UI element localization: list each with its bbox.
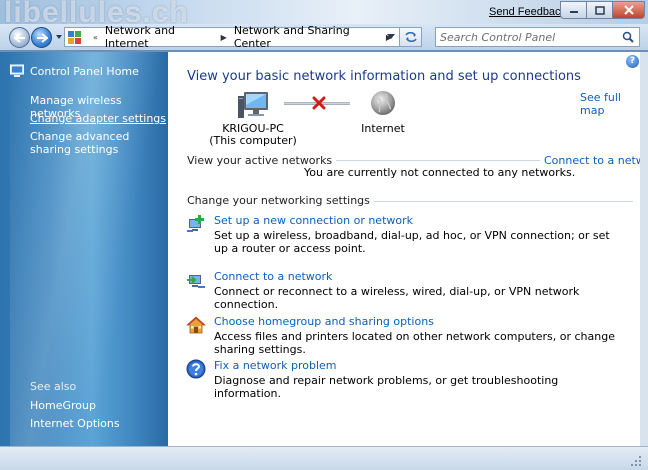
close-button[interactable] — [612, 1, 645, 19]
send-feedback-link[interactable]: Send Feedback — [489, 6, 566, 18]
search-icon[interactable] — [622, 31, 634, 43]
help-icon[interactable]: ? — [626, 55, 639, 68]
this-computer-node: KRIGOU-PC (This computer) — [208, 90, 298, 147]
computer-icon — [238, 92, 268, 118]
back-button[interactable] — [9, 27, 30, 48]
see-also-heading: See also — [30, 380, 77, 393]
window-right-frame — [640, 52, 648, 446]
breadcrumb-network-sharing-center[interactable]: Network and Sharing Center — [234, 24, 379, 50]
change-advanced-sharing-settings-link[interactable]: Change advanced sharing settings — [30, 130, 155, 156]
homegroup-link[interactable]: HomeGroup — [30, 399, 96, 412]
see-full-map-link[interactable]: See full map — [580, 91, 640, 117]
breadcrumb-network-and-internet[interactable]: Network and Internet — [105, 24, 214, 50]
task-connect-network: Connect to a network Connect or reconnec… — [186, 270, 626, 311]
change-adapter-settings-link[interactable]: Change adapter settings — [30, 112, 166, 125]
fix-network-problem-link[interactable]: Fix a network problem — [214, 359, 337, 372]
choose-homegroup-link[interactable]: Choose homegroup and sharing options — [214, 315, 434, 328]
control-panel-home-label: Control Panel Home — [30, 64, 139, 78]
breadcrumb-chevron-icon[interactable]: ▶ — [221, 33, 227, 42]
control-panel-icon — [68, 30, 82, 44]
set-up-new-connection-desc: Set up a wireless, broadband, dial-up, a… — [214, 229, 610, 255]
search-input[interactable] — [440, 30, 615, 44]
networking-settings-heading: Change your networking settings — [187, 194, 374, 207]
task-homegroup: Choose homegroup and sharing options Acc… — [186, 315, 626, 356]
control-panel-home-icon — [10, 64, 24, 77]
internet-label: Internet — [361, 122, 405, 135]
address-toolbar: « Network and Internet ▶ Network and Sha… — [0, 24, 648, 50]
forward-arrow-icon — [36, 32, 48, 43]
recent-pages-dropdown-icon[interactable] — [55, 33, 63, 41]
search-box[interactable] — [435, 27, 640, 47]
connect-network-icon — [187, 275, 205, 288]
disconnected-x-icon[interactable] — [312, 96, 326, 110]
refresh-icon — [404, 31, 417, 43]
address-bar[interactable]: « Network and Internet ▶ Network and Sha… — [64, 24, 400, 50]
connect-to-network-task-link[interactable]: Connect to a network — [214, 270, 332, 283]
set-up-new-connection-link[interactable]: Set up a new connection or network — [214, 214, 413, 227]
computer-sub-label: (This computer) — [209, 134, 297, 147]
navigation-pane: Control Panel Home Manage wireless netwo… — [0, 52, 168, 446]
maximize-button[interactable] — [586, 1, 612, 19]
refresh-button[interactable] — [400, 27, 422, 47]
back-arrow-icon — [13, 32, 25, 43]
connect-to-network-desc: Connect or reconnect to a wireless, wire… — [214, 285, 580, 311]
breadcrumb-overflow-icon[interactable]: « — [93, 33, 98, 42]
title-bar: libellules.ch Send Feedback — [0, 0, 648, 29]
troubleshoot-icon — [186, 359, 206, 379]
internet-node: Internet — [358, 90, 408, 135]
maximize-icon — [594, 5, 605, 15]
main-content: ? View your basic network information an… — [168, 52, 648, 446]
close-icon — [623, 5, 634, 15]
choose-homegroup-desc: Access files and printers located on oth… — [214, 330, 615, 356]
page-title: View your basic network information and … — [187, 69, 581, 84]
window-controls — [560, 1, 645, 20]
new-connection-icon — [187, 215, 204, 232]
minimize-icon — [569, 11, 578, 13]
task-new-connection: Set up a new connection or network Set u… — [186, 214, 626, 255]
address-dropdown-icon[interactable] — [387, 34, 395, 40]
status-bar — [0, 446, 648, 470]
connection-status-text: You are currently not connected to any n… — [304, 166, 576, 179]
internet-options-link[interactable]: Internet Options — [30, 417, 120, 430]
fix-network-problem-desc: Diagnose and repair network problems, or… — [214, 374, 559, 400]
control-panel-home-link[interactable]: Control Panel Home — [10, 64, 139, 78]
minimize-button[interactable] — [560, 1, 586, 19]
task-fix-problem: Fix a network problem Diagnose and repai… — [186, 359, 626, 400]
forward-button[interactable] — [31, 27, 52, 48]
homegroup-icon — [186, 316, 206, 334]
resize-grip-icon[interactable] — [630, 455, 642, 467]
globe-icon — [371, 91, 395, 115]
